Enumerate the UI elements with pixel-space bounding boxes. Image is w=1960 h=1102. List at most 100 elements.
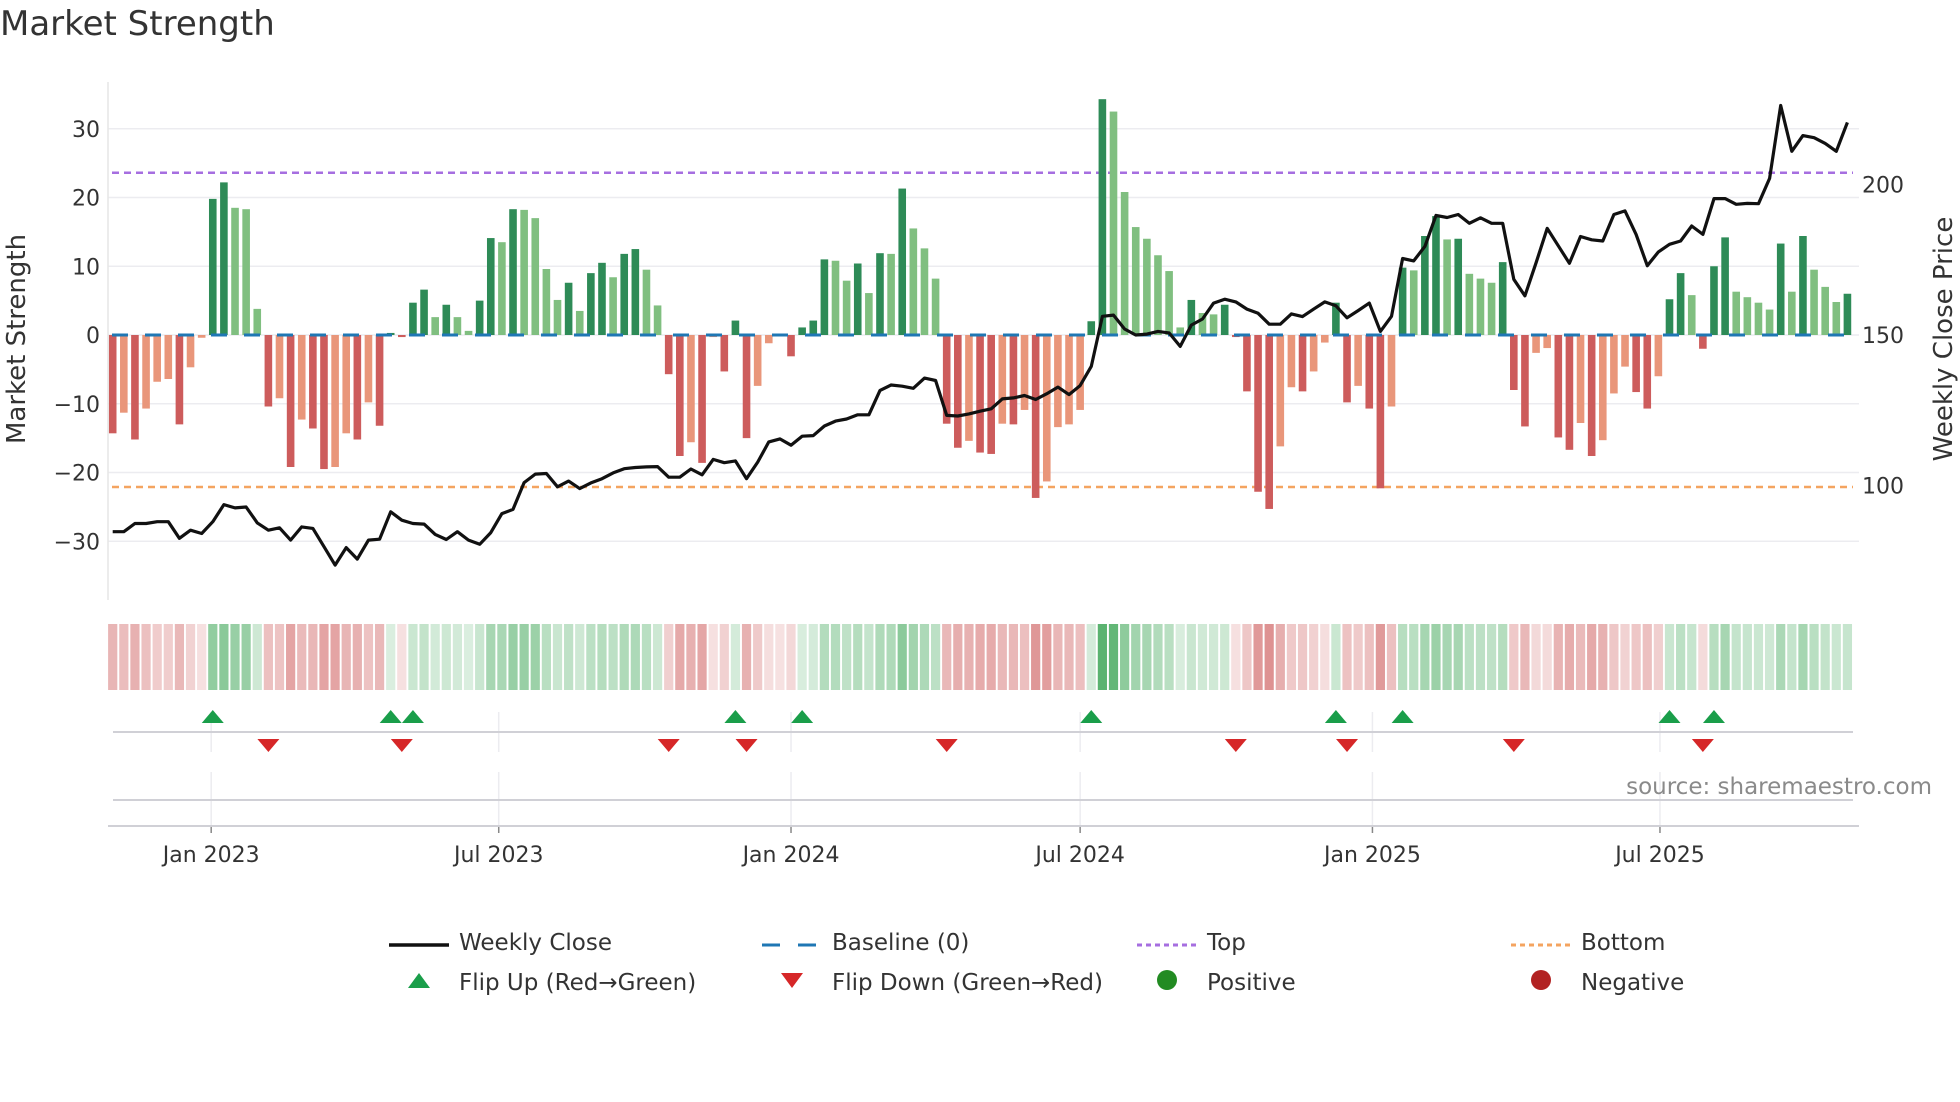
strip-cell xyxy=(286,624,296,690)
strength-bar xyxy=(720,335,729,372)
strip-cell xyxy=(319,624,329,690)
strength-bar xyxy=(831,260,840,335)
strip-cell xyxy=(1008,624,1019,690)
strip-cell xyxy=(1131,624,1141,690)
strip-cell xyxy=(1253,624,1263,690)
flip-down-marker xyxy=(390,739,413,752)
flip-up-marker xyxy=(201,710,224,723)
legend-item: Weekly Close xyxy=(389,930,612,957)
strip-cell xyxy=(842,624,852,690)
strength-bar xyxy=(442,304,451,335)
strength-bar xyxy=(1765,309,1774,335)
strip-cell xyxy=(463,624,474,690)
strength-bar xyxy=(286,335,295,467)
strength-bar xyxy=(1165,271,1173,335)
strip-cell xyxy=(1475,624,1486,690)
strength-bar xyxy=(1254,335,1262,492)
strip-cell xyxy=(1264,624,1274,690)
flip-down-marker xyxy=(257,739,280,752)
strength-bar xyxy=(1432,216,1440,335)
strip-cell xyxy=(1053,624,1063,690)
strength-bar xyxy=(1554,335,1563,438)
strength-bar xyxy=(998,335,1007,424)
strength-bar xyxy=(509,209,517,335)
strip-cell xyxy=(1286,624,1297,690)
strip-cell xyxy=(1297,624,1308,690)
strength-bar xyxy=(1354,335,1362,386)
strength-bar xyxy=(631,249,640,335)
x-tick-label: Jul 2024 xyxy=(1033,843,1125,868)
strip-cell xyxy=(753,624,763,690)
flip-down-marker xyxy=(657,739,680,752)
strength-bar xyxy=(842,280,851,335)
x-tick-label: Jul 2023 xyxy=(452,843,544,868)
strip-cell xyxy=(864,624,874,690)
strength-bar xyxy=(1510,335,1518,390)
flip-up-marker xyxy=(1080,710,1103,723)
gridlines xyxy=(108,128,1859,826)
strip-cell xyxy=(1231,624,1241,690)
strength-bar xyxy=(1699,335,1707,349)
strength-bar xyxy=(364,335,373,403)
strip-cell xyxy=(1375,624,1385,690)
strength-bar xyxy=(876,253,884,335)
strength-bar xyxy=(309,335,317,429)
strip-cell xyxy=(641,624,652,690)
strip-cell xyxy=(185,624,196,690)
strip-cell xyxy=(942,624,952,690)
strength-bar xyxy=(575,310,584,335)
strip-cell xyxy=(597,624,607,690)
strip-cell xyxy=(897,624,907,690)
strip-cell xyxy=(1142,624,1152,690)
strength-bar xyxy=(753,335,762,386)
strength-bar xyxy=(764,335,773,344)
strip-cell xyxy=(675,624,685,690)
legend-label: Flip Down (Green→Red) xyxy=(832,969,1103,996)
strength-bar xyxy=(1309,335,1318,372)
strip-cell xyxy=(1409,624,1419,690)
strip-cell xyxy=(408,624,418,690)
strip-cell xyxy=(1720,624,1730,690)
strength-bar xyxy=(1143,238,1151,335)
solid-line-icon xyxy=(389,931,449,957)
strip-cell xyxy=(1420,624,1430,690)
strength-bar xyxy=(1009,335,1018,425)
y-tick-label: 30 xyxy=(72,118,100,143)
strip-cell xyxy=(552,624,563,690)
strength-bar xyxy=(275,335,284,399)
strip-cell xyxy=(519,624,529,690)
strength-bar xyxy=(687,335,695,443)
strip-cell xyxy=(1208,624,1219,690)
strength-bar xyxy=(731,320,740,335)
strength-bar xyxy=(164,335,173,379)
strip-cell xyxy=(1798,624,1808,690)
strength-bar xyxy=(898,188,907,335)
strength-bar xyxy=(1654,335,1663,377)
triangle-up-icon xyxy=(389,969,449,997)
dotted-line-purple-icon xyxy=(1137,931,1197,957)
strip-cell xyxy=(341,624,351,690)
strength-bar xyxy=(1465,273,1474,335)
strength-bar xyxy=(798,327,806,335)
strip-cell xyxy=(141,624,151,690)
y-tick-label: 20 xyxy=(72,187,100,212)
strip-cell xyxy=(1764,624,1775,690)
strip-cell xyxy=(1620,624,1630,690)
strip-cell xyxy=(430,624,440,690)
y2-tick-label: 150 xyxy=(1862,324,1904,349)
strip-cell xyxy=(508,624,518,690)
strength-bar xyxy=(242,209,250,335)
strength-bar xyxy=(653,305,662,335)
strip-cell xyxy=(764,624,774,690)
strip-cell xyxy=(664,624,674,690)
strip-cell xyxy=(919,624,930,690)
strength-bar xyxy=(475,300,484,335)
market-strength-chart: 3020100−10−20−30200150100Jan 2023 Jul 202… xyxy=(2,82,1959,868)
strip-cell xyxy=(1097,624,1107,690)
strip-cell xyxy=(530,624,540,690)
strip-cell xyxy=(975,624,985,690)
strip-cell xyxy=(1575,624,1586,690)
strip-cell xyxy=(575,624,585,690)
strength-bar xyxy=(1220,304,1229,335)
flip-up-marker xyxy=(1702,710,1725,723)
